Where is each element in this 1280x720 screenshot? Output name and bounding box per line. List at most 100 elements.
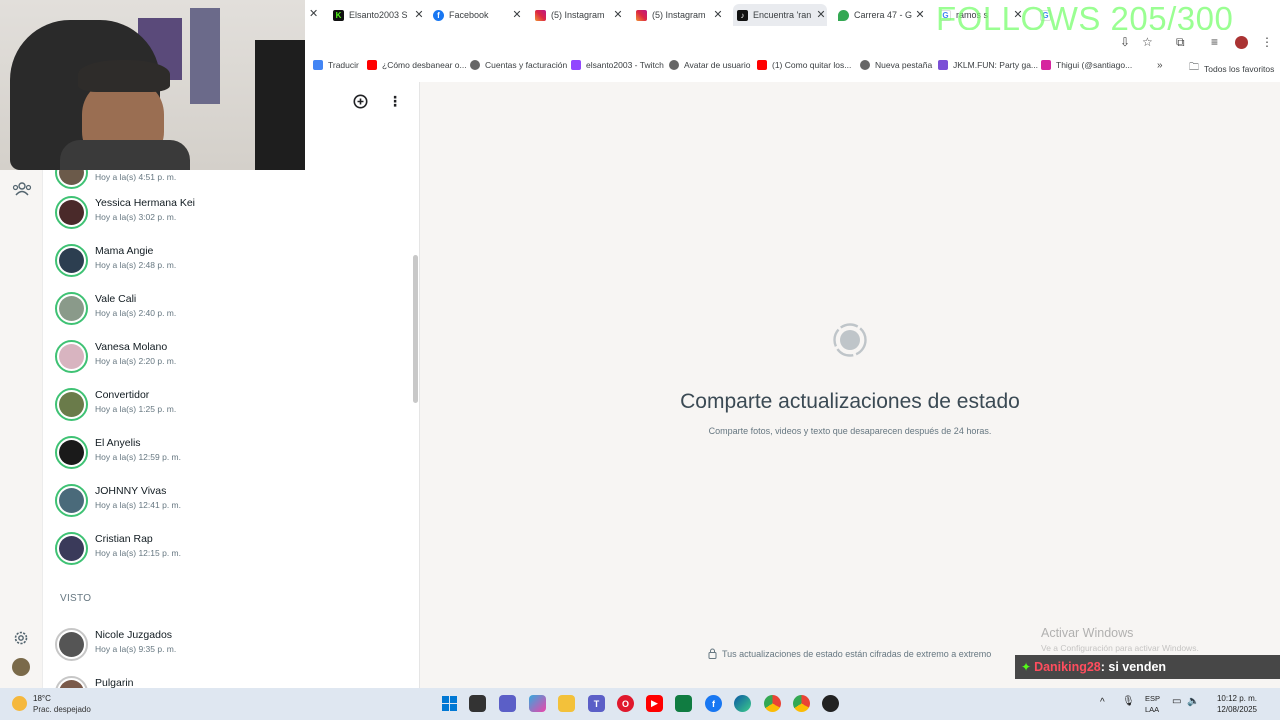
teams-icon[interactable]: T <box>588 695 605 712</box>
chevron-up-icon[interactable]: ^ <box>1100 697 1105 708</box>
chair <box>255 40 305 170</box>
windows-start-icon[interactable] <box>441 695 458 712</box>
contact-name: JOHNNY Vivas <box>95 485 167 497</box>
contact-name: Cristian Rap <box>95 533 153 545</box>
status-time: Hoy a la(s) 12:41 p. m. <box>95 500 181 510</box>
status-avatar <box>55 484 88 517</box>
close-tab-icon[interactable]: ✕ <box>309 7 318 20</box>
chrome-profile-icon[interactable] <box>793 695 810 712</box>
close-tab-icon[interactable]: ✕ <box>815 8 827 21</box>
all-bookmarks-button[interactable]: 🗀 Todos los favoritos <box>1189 60 1274 77</box>
tab-kick[interactable]: K Elsanto2003 S ✕ <box>333 4 425 26</box>
language-bottom[interactable]: LAA <box>1145 705 1159 714</box>
tab-instagram-2[interactable]: (5) Instagram ✕ <box>636 4 724 26</box>
status-avatar <box>55 676 88 688</box>
status-time: Hoy a la(s) 1:25 p. m. <box>95 404 177 414</box>
status-avatar <box>55 340 88 373</box>
chevron-right-icon[interactable]: » <box>1157 60 1163 71</box>
star-icon[interactable]: ☆ <box>1142 35 1153 49</box>
status-item[interactable]: Vanesa Molano Hoy a la(s) 2:20 p. m. <box>55 336 405 376</box>
status-item[interactable]: Cristian Rap Hoy a la(s) 12:15 p. m. <box>55 528 405 568</box>
profile-avatar[interactable] <box>12 658 30 676</box>
status-avatar <box>55 436 88 469</box>
youtube-icon[interactable]: ▶ <box>646 695 663 712</box>
opera-icon[interactable]: O <box>617 695 634 712</box>
close-tab-icon[interactable]: ✕ <box>712 8 724 21</box>
status-item[interactable]: Convertidor Hoy a la(s) 1:25 p. m. <box>55 384 405 424</box>
tab-label: Facebook <box>449 10 489 20</box>
tab-facebook[interactable]: f Facebook ✕ <box>433 4 523 26</box>
kick-icon: K <box>333 9 344 21</box>
extensions-icon[interactable]: ⧉ <box>1176 35 1185 50</box>
chat-message: : si venden <box>1100 660 1167 674</box>
bookmark-item[interactable]: ¿Cómo desbanear o... <box>367 60 467 70</box>
clock-time[interactable]: 10:12 p. m. <box>1207 694 1257 703</box>
contact-name: Yessica Hermana Kei <box>95 197 195 209</box>
file-explorer-icon[interactable] <box>558 695 575 712</box>
install-app-icon[interactable]: ⇩ <box>1120 35 1130 49</box>
weather-desc[interactable]: Prac. despejado <box>33 705 91 714</box>
status-item[interactable]: El Anyelis Hoy a la(s) 12:59 p. m. <box>55 432 405 472</box>
facebook-icon[interactable]: f <box>705 695 722 712</box>
close-tab-icon[interactable]: ✕ <box>914 8 926 21</box>
bookmark-item[interactable]: Cuentas y facturación <box>470 60 567 70</box>
settings-icon[interactable] <box>13 630 29 646</box>
status-item[interactable]: JOHNNY Vivas Hoy a la(s) 12:41 p. m. <box>55 480 405 520</box>
status-item-seen[interactable]: Nicole Juzgados Hoy a la(s) 9:35 p. m. <box>55 624 405 664</box>
task-view-icon[interactable] <box>469 695 486 712</box>
tab-label: (5) Instagram <box>652 10 706 20</box>
shirt <box>60 140 190 170</box>
status-avatar <box>55 388 88 421</box>
copilot-icon[interactable] <box>529 695 546 712</box>
status-item[interactable]: Yessica Hermana Kei Hoy a la(s) 3:02 p. … <box>55 192 405 232</box>
chat-icon[interactable] <box>499 695 516 712</box>
status-icon <box>833 323 867 357</box>
communities-icon[interactable] <box>12 182 32 196</box>
network-icon[interactable]: ▭ <box>1172 696 1181 707</box>
tab-instagram-1[interactable]: (5) Instagram ✕ <box>535 4 624 26</box>
bookmark-item[interactable]: Thigui (@santiago... <box>1041 60 1132 70</box>
weather-icon[interactable] <box>12 696 27 711</box>
status-item-seen[interactable]: Pulgarin <box>55 672 405 688</box>
chrome-icon[interactable] <box>764 695 781 712</box>
microphone-icon[interactable]: 🎙 <box>1122 696 1135 707</box>
status-list-panel: ⋮ Hoy a la(s) 4:51 p. m. Yessica Hermana… <box>43 82 420 688</box>
close-tab-icon[interactable]: ✕ <box>413 8 425 21</box>
close-tab-icon[interactable]: ✕ <box>612 8 624 21</box>
bookmark-item[interactable]: JKLM.FUN: Party ga... <box>938 60 1038 70</box>
language-top[interactable]: ESP <box>1145 694 1160 703</box>
more-menu-icon[interactable]: ⋮ <box>1261 35 1273 49</box>
facebook-icon: f <box>433 9 444 21</box>
bookmark-item[interactable]: Avatar de usuario <box>669 60 750 70</box>
kick-icon: ✦ <box>1021 660 1032 674</box>
encryption-note: Tus actualizaciones de estado están cifr… <box>708 648 991 659</box>
close-tab-icon[interactable]: ✕ <box>511 8 523 21</box>
app-icon[interactable] <box>822 695 839 712</box>
edge-icon[interactable] <box>734 695 751 712</box>
status-time: Hoy a la(s) 3:02 p. m. <box>95 212 177 222</box>
youtube-icon <box>367 60 377 70</box>
maps-icon <box>838 9 849 21</box>
status-item[interactable]: Mama Angie Hoy a la(s) 2:48 p. m. <box>55 240 405 280</box>
bookmark-item[interactable]: Nueva pestaña <box>860 60 932 70</box>
bookmark-item[interactable]: (1) Como quitar los... <box>757 60 851 70</box>
status-item[interactable]: Vale Cali Hoy a la(s) 2:40 p. m. <box>55 288 405 328</box>
weather-temp[interactable]: 18°C <box>33 694 51 703</box>
volume-icon[interactable]: 🔈 <box>1187 696 1199 707</box>
status-main-pane: Comparte actualizaciones de estado Compa… <box>420 82 1280 688</box>
status-time: Hoy a la(s) 9:35 p. m. <box>95 644 177 654</box>
profile-avatar[interactable] <box>1235 36 1248 49</box>
media-controls-icon[interactable]: ≡ <box>1211 35 1218 49</box>
windows-activation-title: Activar Windows <box>1041 626 1134 640</box>
status-list-scrollbar[interactable] <box>413 255 418 403</box>
clock-date[interactable]: 12/08/2025 <box>1207 705 1257 714</box>
contact-name: El Anyelis <box>95 437 141 449</box>
instagram-icon <box>535 9 546 21</box>
add-status-icon[interactable] <box>353 94 368 109</box>
bookmark-item[interactable]: elsanto2003 - Twitch <box>571 60 664 70</box>
more-options-icon[interactable]: ⋮ <box>388 93 402 110</box>
app-icon[interactable] <box>675 695 692 712</box>
tab-maps[interactable]: Carrera 47 - G ✕ <box>838 4 926 26</box>
tab-tiktok[interactable]: ♪ Encuentra 'ran ✕ <box>733 4 827 26</box>
bookmark-item[interactable]: Traducir <box>313 60 359 70</box>
